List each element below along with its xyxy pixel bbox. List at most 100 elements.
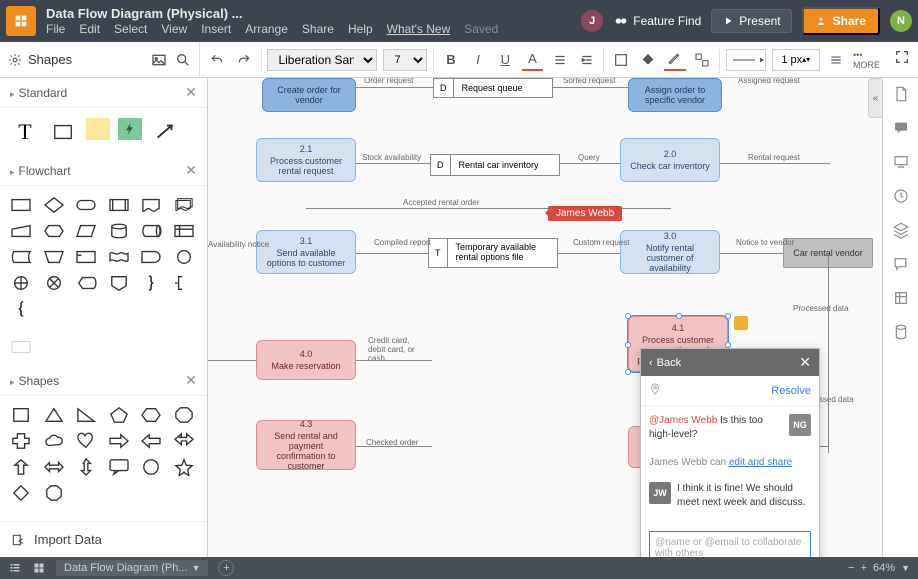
sh-arrow-l[interactable]: [138, 430, 164, 452]
comment-input[interactable]: @name or @email to collaborate with othe…: [649, 531, 811, 557]
panel-flowchart-header[interactable]: ▸Flowchart ✕: [0, 156, 207, 186]
present-icon[interactable]: [891, 152, 911, 172]
rect-shape[interactable]: [48, 118, 78, 146]
user-avatar[interactable]: N: [890, 10, 912, 32]
sh-arrows-h[interactable]: [41, 456, 67, 478]
fc-annotation[interactable]: [171, 272, 197, 294]
master-icon[interactable]: [891, 288, 911, 308]
fc-card[interactable]: [73, 246, 99, 268]
comment-close-button[interactable]: ✕: [799, 354, 811, 371]
share-button[interactable]: Share: [802, 7, 880, 35]
fc-document[interactable]: [138, 194, 164, 216]
fc-connector[interactable]: [171, 246, 197, 268]
sh-arrows-v[interactable]: [73, 456, 99, 478]
fc-display[interactable]: [73, 272, 99, 294]
menu-help[interactable]: Help: [348, 22, 373, 36]
node-4-0[interactable]: 4.0Make reservation: [256, 340, 356, 380]
data-icon[interactable]: [891, 322, 911, 342]
fc-predefined[interactable]: [106, 194, 132, 216]
line-width-select[interactable]: 1 px ▴▾: [772, 49, 820, 71]
sh-diamond[interactable]: [8, 482, 34, 504]
fc-blank[interactable]: [8, 336, 34, 358]
comments-icon[interactable]: [891, 118, 911, 138]
edit-share-link[interactable]: edit and share: [729, 457, 792, 468]
app-logo[interactable]: [6, 6, 36, 36]
page-icon[interactable]: [891, 84, 911, 104]
resolve-button[interactable]: Resolve: [771, 385, 811, 397]
fc-delay[interactable]: [138, 246, 164, 268]
border-color-button[interactable]: [664, 49, 685, 71]
menu-edit[interactable]: Edit: [79, 22, 100, 36]
search-icon[interactable]: [175, 52, 191, 68]
sh-cross[interactable]: [8, 430, 34, 452]
datastore-inventory[interactable]: DRental car inventory: [430, 154, 560, 176]
close-icon[interactable]: ✕: [185, 372, 197, 389]
datastore-temp-file[interactable]: TTemporary available rental options file: [428, 238, 558, 268]
menu-share[interactable]: Share: [302, 22, 334, 36]
fc-internal[interactable]: [171, 220, 197, 242]
layers-icon[interactable]: [891, 220, 911, 240]
node-4-3[interactable]: 4.3Send rental and payment confirmation …: [256, 420, 356, 470]
fc-multidoc[interactable]: [171, 194, 197, 216]
close-icon[interactable]: ✕: [185, 162, 197, 179]
fill-color-button[interactable]: [610, 49, 631, 71]
menu-file[interactable]: File: [46, 22, 65, 36]
zoom-dropdown[interactable]: ▼: [901, 563, 910, 573]
fc-stored[interactable]: [8, 246, 34, 268]
sh-circle[interactable]: [138, 456, 164, 478]
fc-sum[interactable]: [41, 272, 67, 294]
fc-tape[interactable]: [106, 246, 132, 268]
list-view-icon[interactable]: [8, 562, 22, 574]
collaborator-avatar[interactable]: J: [581, 10, 603, 32]
node-create-order[interactable]: Create order for vendor: [262, 78, 356, 112]
menu-insert[interactable]: Insert: [201, 22, 231, 36]
zoom-level[interactable]: 64%: [873, 562, 895, 574]
fc-directdata[interactable]: [138, 220, 164, 242]
right-rail-collapse[interactable]: «: [868, 78, 882, 118]
sh-cloud[interactable]: [41, 430, 67, 452]
arrow-tool[interactable]: [150, 118, 180, 146]
sh-octagon[interactable]: [171, 404, 197, 426]
sh-callout[interactable]: [106, 456, 132, 478]
action-shape[interactable]: [118, 118, 142, 140]
menu-view[interactable]: View: [161, 22, 187, 36]
sh-arrow-u[interactable]: [8, 456, 34, 478]
text-tool[interactable]: T: [10, 118, 40, 146]
sh-star[interactable]: [171, 456, 197, 478]
font-size-select[interactable]: 7 pt: [383, 49, 427, 71]
italic-button[interactable]: I: [468, 49, 489, 71]
more-button[interactable]: •••MORE: [853, 50, 880, 70]
redo-button[interactable]: [233, 49, 254, 71]
line-style-select[interactable]: [726, 49, 766, 71]
text-color-button[interactable]: A: [522, 49, 543, 71]
panel-standard-header[interactable]: ▸Standard ✕: [0, 78, 207, 108]
canvas[interactable]: Create order for vendor DRequest queue A…: [208, 78, 882, 557]
datastore-request-queue[interactable]: DRequest queue: [433, 78, 553, 98]
fc-or[interactable]: [8, 272, 34, 294]
page-tab[interactable]: Data Flow Diagram (Ph... ▼: [56, 560, 208, 576]
shape-fill-button[interactable]: [637, 49, 658, 71]
comment-back-button[interactable]: ‹ Back: [649, 357, 681, 369]
font-family-select[interactable]: Liberation Sans: [267, 49, 377, 71]
sh-heart[interactable]: [73, 430, 99, 452]
comment-marker-icon[interactable]: [734, 316, 748, 330]
sh-poly8[interactable]: [41, 482, 67, 504]
fc-database[interactable]: [106, 220, 132, 242]
sh-arrow-r[interactable]: [106, 430, 132, 452]
menu-arrange[interactable]: Arrange: [245, 22, 288, 36]
add-page-button[interactable]: +: [218, 560, 234, 576]
sh-arrow-b[interactable]: [171, 430, 197, 452]
shapes-panel-toggle[interactable]: Shapes: [8, 52, 72, 67]
sh-triangle[interactable]: [41, 404, 67, 426]
line-options-button[interactable]: [826, 49, 847, 71]
zoom-in-button[interactable]: +: [861, 562, 867, 574]
underline-button[interactable]: U: [495, 49, 516, 71]
undo-button[interactable]: [206, 49, 227, 71]
fc-offpage[interactable]: [106, 272, 132, 294]
fc-preparation[interactable]: [41, 220, 67, 242]
fc-manual-op[interactable]: [41, 246, 67, 268]
sh-hexagon[interactable]: [138, 404, 164, 426]
fc-process[interactable]: [8, 194, 34, 216]
node-assign-order[interactable]: Assign order to specific vendor: [628, 78, 722, 112]
feature-find-button[interactable]: Feature Find: [613, 13, 701, 29]
